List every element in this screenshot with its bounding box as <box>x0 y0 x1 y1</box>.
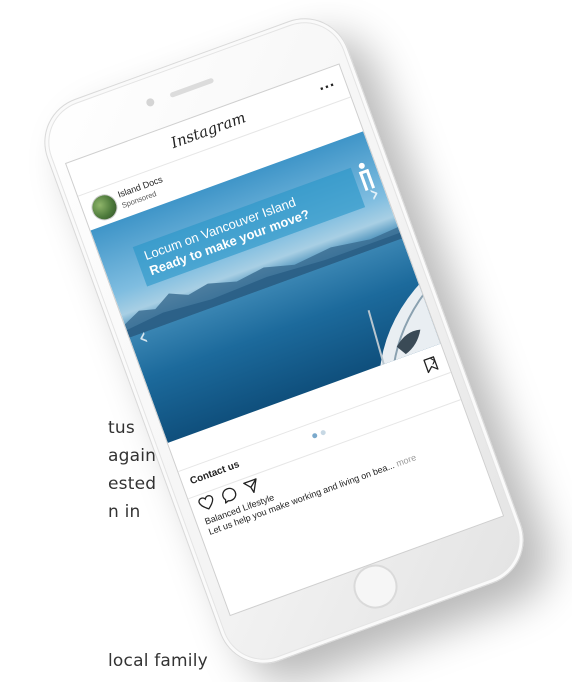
comment-icon[interactable] <box>219 485 240 506</box>
carousel-dot <box>311 432 318 439</box>
avatar[interactable] <box>87 190 122 225</box>
phone-body: Instagram ... Island Docs Sponsored Locu… <box>31 5 537 677</box>
carousel-dot <box>319 429 327 436</box>
earpiece-speaker <box>169 77 215 98</box>
phone-screen: Instagram ... Island Docs Sponsored Locu… <box>64 63 505 617</box>
phone-mockup: Instagram ... Island Docs Sponsored Locu… <box>31 5 537 677</box>
heart-icon[interactable] <box>197 493 218 514</box>
front-camera <box>145 97 156 108</box>
share-icon[interactable] <box>242 477 263 498</box>
carousel-indicator <box>311 429 327 439</box>
